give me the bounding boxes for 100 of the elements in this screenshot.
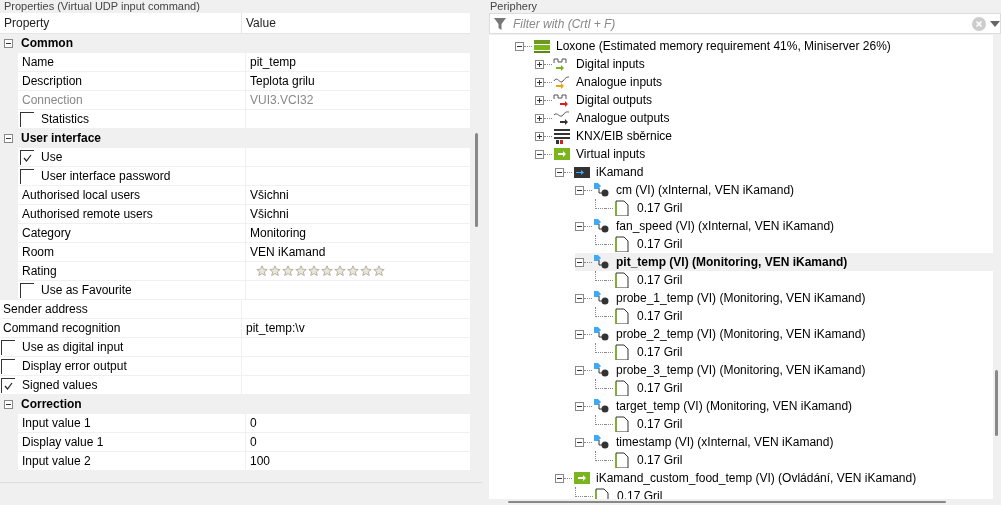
tree-label: cm (VI) (xInternal, VEN iKamand) [616,183,796,197]
property-value[interactable]: 100 [246,452,470,470]
tree-row[interactable]: Analogue outputs [535,109,993,127]
tree-row[interactable]: 0.17 Gril [595,199,993,217]
collapse-icon[interactable] [575,257,584,267]
property-value[interactable]: 0 [246,414,470,432]
collapse-icon[interactable] [535,149,544,159]
property-name: Use as Favourite [41,282,132,299]
tree-row[interactable]: Analogue inputs [535,73,993,91]
checkbox[interactable] [1,377,15,393]
collapse-icon[interactable] [4,133,13,143]
filter-field[interactable]: Filter with (Crtl + F) [489,13,1001,34]
tree-label: iKamand [596,165,645,179]
property-name: Signed values [22,377,98,394]
property-name: Name [18,53,246,71]
checkbox[interactable] [1,339,15,355]
checkbox[interactable] [20,282,34,298]
tree-row[interactable]: 0.17 Gril [595,271,993,289]
tree-row[interactable]: 0.17 Gril [595,451,993,469]
collapse-icon[interactable] [4,399,13,409]
collapse-icon[interactable] [575,329,584,339]
tree-row[interactable]: target_temp (VI) (Monitoring, VEN iKamand) [575,397,993,415]
expand-icon[interactable] [535,113,544,123]
column-header[interactable]: Property [0,13,242,33]
property-value[interactable]: Monitoring [246,224,470,242]
tree-label: iKamand_custom_food_temp (VI) (Ovládání, VEN iKamand) [596,471,918,485]
star-icon [256,265,268,277]
tree-row[interactable]: 0.17 Gril [595,235,993,253]
expand-icon[interactable] [535,95,544,105]
tree-row[interactable]: fan_speed (VI) (xInternal, VEN iKamand) [575,217,993,235]
tree-row[interactable]: probe_3_temp (VI) (Monitoring, VEN iKamand) [575,361,993,379]
star-icon [321,265,333,277]
expand-icon[interactable] [535,59,544,69]
tree-row[interactable]: probe_2_temp (VI) (Monitoring, VEN iKamand) [575,325,993,343]
tree-row[interactable]: 0.17 Gril [595,379,993,397]
tree-row[interactable]: 0.17 Gril [595,307,993,325]
collapse-icon[interactable] [575,401,584,411]
tree-label: timestamp (VI) (xInternal, VEN iKamand) [616,435,835,449]
property-value[interactable]: Všichni [246,205,470,223]
expand-icon[interactable] [535,131,544,141]
collapse-icon[interactable] [575,185,584,195]
property-name: Sender address [0,300,242,318]
property-name: Command recognition [0,319,242,337]
dropdown-caret-icon[interactable] [990,20,1000,27]
collapse-icon[interactable] [575,365,584,375]
collapse-icon[interactable] [4,38,13,48]
collapse-icon[interactable] [515,41,524,51]
expand-icon[interactable] [535,77,544,87]
property-name: Description [18,72,246,90]
tree-label: target_temp (VI) (Monitoring, VEN iKamand) [616,399,854,413]
scrollbar-thumb[interactable] [508,501,946,503]
group-label: User interface [21,130,102,147]
tree-label: Analogue outputs [576,111,671,125]
collapse-icon[interactable] [555,167,564,177]
collapse-icon[interactable] [575,293,584,303]
scrollbar-thumb[interactable] [475,133,478,227]
collapse-icon[interactable] [575,437,584,447]
property-value[interactable]: Všichni [246,186,470,204]
tree-row[interactable]: Virtual inputs [535,145,993,163]
checkbox[interactable] [20,111,34,127]
tree-label: probe_3_temp (VI) (Monitoring, VEN iKamand) [616,363,867,377]
tree-row[interactable]: iKamand [555,163,993,181]
checkbox[interactable] [20,168,34,184]
tree-row[interactable]: Digital inputs [535,55,993,73]
tree-row[interactable]: cm (VI) (xInternal, VEN iKamand) [575,181,993,199]
tree-label: 0.17 Gril [637,237,684,251]
column-header[interactable]: Value [242,13,276,33]
tree-label: 0.17 Gril [637,273,684,287]
tree-label: probe_1_temp (VI) (Monitoring, VEN iKamand) [616,291,867,305]
scrollbar-thumb[interactable] [995,370,998,436]
tree-row[interactable]: Digital outputs [535,91,993,109]
tree-row[interactable]: 0.17 Gril [595,415,993,433]
tree-row[interactable]: pit_temp (VI) (Monitoring, VEN iKamand) [575,253,993,271]
tree-label: 0.17 Gril [637,309,684,323]
checkbox[interactable] [1,358,15,374]
property-value[interactable]: VEN iKamand [246,243,470,261]
tree-row[interactable]: iKamand_custom_food_temp (VI) (Ovládání, VEN iKamand) [555,469,993,487]
tree-row[interactable]: 0.17 Gril [595,343,993,361]
checkbox[interactable] [20,149,34,165]
collapse-icon[interactable] [575,221,584,231]
property-value[interactable]: 0 [246,433,470,451]
property-value[interactable]: pit_temp [246,53,470,71]
tree-row[interactable]: probe_1_temp (VI) (Monitoring, VEN iKamand) [575,289,993,307]
tree-label: fan_speed (VI) (xInternal, VEN iKamand) [616,219,836,233]
panel-title: Properties (Virtual UDP input command) [3,0,201,13]
filter-input[interactable]: Filter with (Crtl + F) [511,15,968,32]
collapse-icon[interactable] [555,473,564,483]
star-icon [295,265,307,277]
tree-row[interactable]: KNX/EIB sběrnice [535,127,993,145]
property-value[interactable]: pit_temp:\v [242,319,470,337]
tree-label: 0.17 Gril [637,453,684,467]
tree-row[interactable]: Loxone (Estimated memory requirement 41%, Miniserver 26%) [515,37,993,55]
property-value[interactable]: Teplota grilu [246,72,470,90]
tree-label: Loxone (Estimated memory requirement 41%, Miniserver 26%) [556,39,892,53]
star-icon [360,265,372,277]
tree-label: Virtual inputs [576,147,647,161]
property-name: Input value 1 [18,414,246,432]
property-name: Display error output [22,358,127,375]
tree-row[interactable]: timestamp (VI) (xInternal, VEN iKamand) [575,433,993,451]
property-name: Authorised local users [18,186,246,204]
